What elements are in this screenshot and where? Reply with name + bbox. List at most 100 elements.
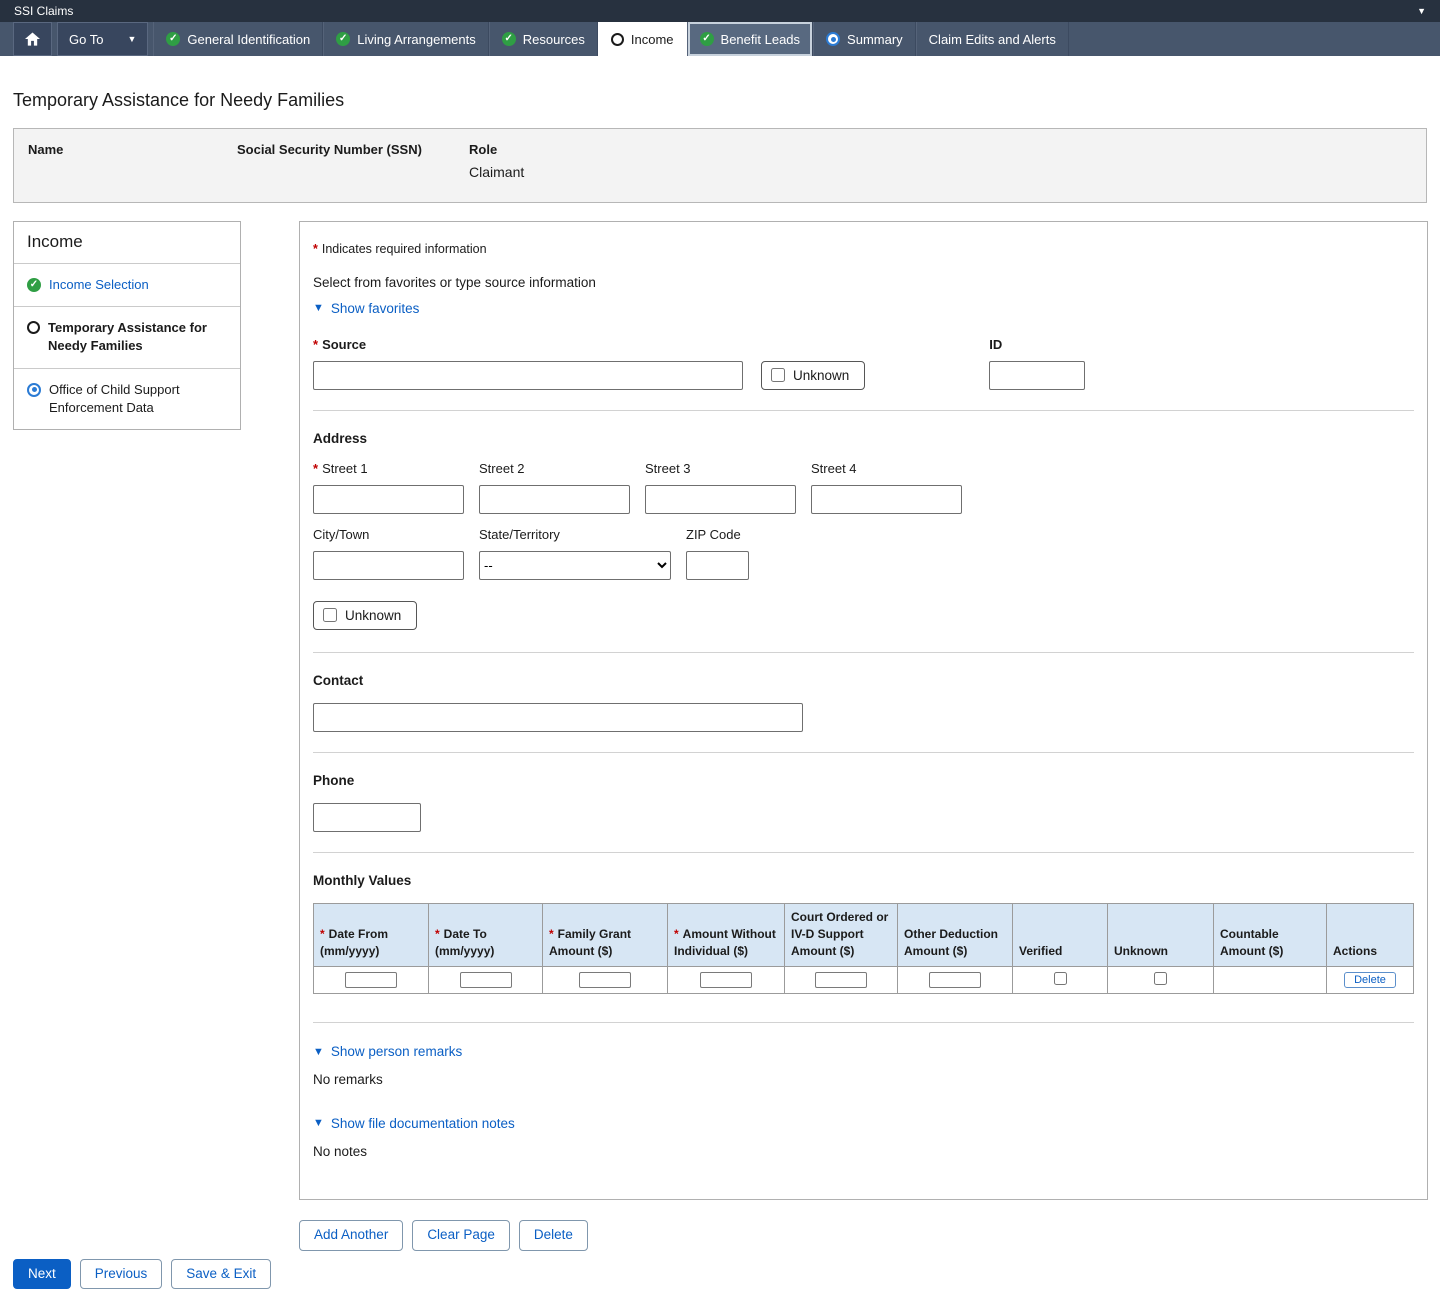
- source-label: Source: [322, 337, 366, 352]
- tab-general-identification[interactable]: ✓ General Identification: [153, 22, 323, 56]
- street4-input[interactable]: [811, 485, 962, 514]
- phone-input[interactable]: [313, 803, 421, 832]
- tab-label: Living Arrangements: [357, 32, 476, 47]
- id-label: ID: [989, 337, 1085, 352]
- tab-label: Claim Edits and Alerts: [929, 32, 1056, 47]
- contact-input[interactable]: [313, 703, 803, 732]
- completed-check-icon: ✓: [336, 32, 350, 46]
- panel-actions: Add Another Clear Page Delete: [299, 1220, 1428, 1251]
- verified-checkbox[interactable]: [1054, 972, 1067, 985]
- city-label: City/Town: [313, 527, 464, 542]
- divider: [313, 852, 1414, 853]
- clear-page-button[interactable]: Clear Page: [412, 1220, 510, 1251]
- sidebar-item-label: Temporary Assistance for Needy Families: [48, 319, 227, 355]
- unknown-label: Unknown: [345, 608, 401, 623]
- court-ordered-input[interactable]: [815, 972, 867, 988]
- ssn-value: [237, 164, 469, 180]
- show-person-remarks-toggle[interactable]: ▼ Show person remarks: [313, 1044, 462, 1059]
- caret-down-icon: ▼: [127, 34, 136, 44]
- role-value: Claimant: [469, 164, 524, 180]
- zip-label: ZIP Code: [686, 527, 749, 542]
- required-note: Indicates required information: [322, 242, 487, 256]
- monthly-values-row: Delete: [314, 966, 1414, 993]
- goto-button[interactable]: Go To ▼: [57, 22, 148, 56]
- sidebar-item-tanf[interactable]: Temporary Assistance for Needy Families: [14, 307, 240, 368]
- zip-input[interactable]: [686, 551, 749, 580]
- col-other-deduction: Other Deduction Amount ($): [898, 903, 1013, 966]
- sidebar-item-ocse-data[interactable]: Office of Child Support Enforcement Data: [14, 369, 240, 429]
- street3-label: Street 3: [645, 461, 796, 476]
- col-date-to: *Date To (mm/yyyy): [429, 903, 543, 966]
- completed-check-icon: ✓: [700, 32, 714, 46]
- city-input[interactable]: [313, 551, 464, 580]
- required-asterisk: *: [313, 337, 318, 352]
- address-unknown-checkbox[interactable]: [323, 608, 337, 622]
- street4-label: Street 4: [811, 461, 962, 476]
- address-unknown-box: Unknown: [313, 601, 417, 630]
- show-favorites-toggle[interactable]: ▼ Show favorites: [313, 301, 419, 316]
- monthly-values-heading: Monthly Values: [313, 873, 1414, 888]
- name-value: [28, 164, 237, 180]
- tab-label: General Identification: [187, 32, 310, 47]
- date-from-input[interactable]: [345, 972, 397, 988]
- contact-heading: Contact: [313, 673, 1414, 688]
- add-another-button[interactable]: Add Another: [299, 1220, 403, 1251]
- app-title: SSI Claims: [14, 4, 73, 18]
- show-file-documentation-notes-toggle[interactable]: ▼ Show file documentation notes: [313, 1116, 515, 1131]
- no-remarks-text: No remarks: [313, 1072, 1414, 1087]
- page-body: Temporary Assistance for Needy Families …: [0, 90, 1440, 1289]
- required-asterisk: *: [313, 242, 318, 256]
- tab-summary[interactable]: Summary: [813, 22, 916, 56]
- unknown-label: Unknown: [793, 368, 849, 383]
- tab-label: Income: [631, 32, 674, 47]
- source-unknown-checkbox[interactable]: [771, 368, 785, 382]
- next-button[interactable]: Next: [13, 1259, 71, 1290]
- show-person-remarks-label: Show person remarks: [331, 1044, 462, 1059]
- previous-button[interactable]: Previous: [80, 1259, 163, 1290]
- state-label: State/Territory: [479, 527, 671, 542]
- tab-claim-edits-and-alerts[interactable]: Claim Edits and Alerts: [916, 22, 1069, 56]
- unknown-checkbox[interactable]: [1154, 972, 1167, 985]
- goto-label: Go To: [69, 32, 103, 47]
- no-notes-text: No notes: [313, 1144, 1414, 1159]
- phone-heading: Phone: [313, 773, 1414, 788]
- countable-amount-cell: [1214, 966, 1327, 993]
- amount-without-input[interactable]: [700, 972, 752, 988]
- home-button[interactable]: [13, 22, 52, 56]
- divider: [313, 752, 1414, 753]
- main-nav: Go To ▼ ✓ General Identification ✓ Livin…: [0, 22, 1440, 56]
- sidebar-item-label: Office of Child Support Enforcement Data: [49, 381, 227, 417]
- tab-living-arrangements[interactable]: ✓ Living Arrangements: [323, 22, 489, 56]
- tab-income[interactable]: Income: [598, 22, 687, 56]
- tab-benefit-leads[interactable]: ✓ Benefit Leads: [687, 22, 814, 56]
- chevron-down-icon: ▼: [313, 1046, 324, 1058]
- date-to-input[interactable]: [460, 972, 512, 988]
- street1-input[interactable]: [313, 485, 464, 514]
- monthly-values-table: *Date From (mm/yyyy) *Date To (mm/yyyy) …: [313, 903, 1414, 994]
- col-date-from: *Date From (mm/yyyy): [314, 903, 429, 966]
- name-label: Name: [28, 142, 237, 157]
- show-file-documentation-notes-label: Show file documentation notes: [331, 1116, 515, 1131]
- state-select[interactable]: --: [479, 551, 671, 580]
- divider: [313, 410, 1414, 411]
- person-summary-bar: Name Social Security Number (SSN) Role C…: [13, 128, 1427, 203]
- income-sidebar: Income ✓ Income Selection Temporary Assi…: [13, 221, 241, 430]
- street3-input[interactable]: [645, 485, 796, 514]
- col-countable-amount: Countable Amount ($): [1214, 903, 1327, 966]
- divider: [313, 1022, 1414, 1023]
- collapse-caret-icon[interactable]: ▼: [1417, 6, 1426, 16]
- in-progress-icon: [27, 383, 41, 397]
- row-delete-button[interactable]: Delete: [1344, 972, 1396, 988]
- divider: [313, 652, 1414, 653]
- family-grant-input[interactable]: [579, 972, 631, 988]
- tab-resources[interactable]: ✓ Resources: [489, 22, 598, 56]
- col-unknown: Unknown: [1108, 903, 1214, 966]
- id-input[interactable]: [989, 361, 1085, 390]
- sidebar-item-income-selection[interactable]: ✓ Income Selection: [14, 264, 240, 307]
- save-exit-button[interactable]: Save & Exit: [171, 1259, 271, 1290]
- source-input[interactable]: [313, 361, 743, 390]
- sidebar-title: Income: [14, 222, 240, 264]
- delete-button[interactable]: Delete: [519, 1220, 588, 1251]
- street2-input[interactable]: [479, 485, 630, 514]
- other-deduction-input[interactable]: [929, 972, 981, 988]
